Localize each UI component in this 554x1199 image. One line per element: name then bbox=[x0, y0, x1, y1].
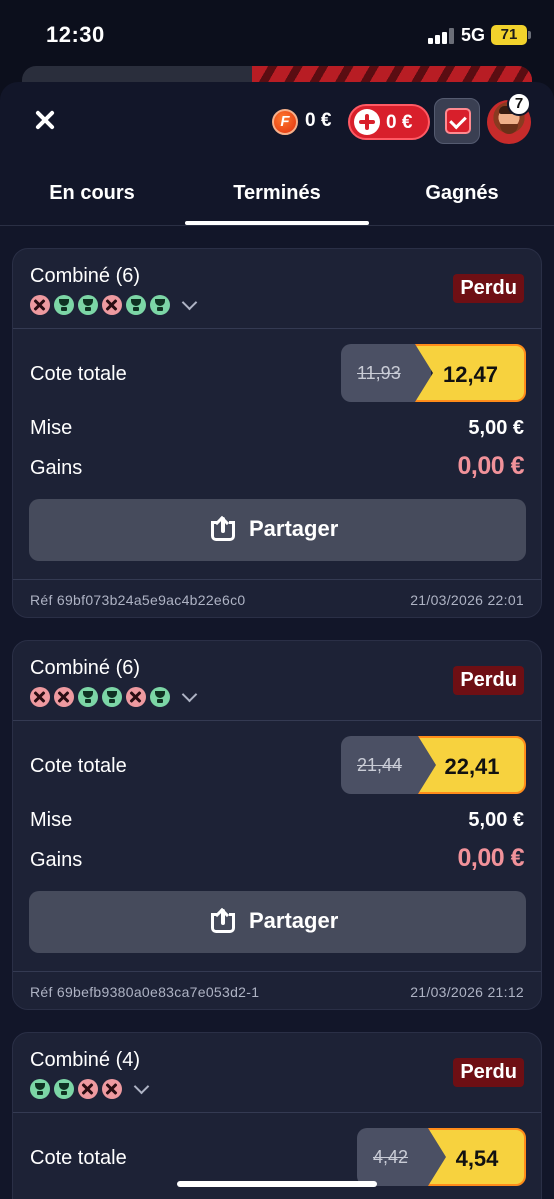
stake-label: Mise bbox=[30, 809, 73, 831]
leg-won-icon bbox=[78, 295, 98, 315]
share-button[interactable]: Partager bbox=[29, 891, 526, 953]
gains-label: Gains bbox=[30, 849, 83, 871]
tab-gagnes[interactable]: Gagnés bbox=[370, 182, 554, 205]
bet-title: Combiné (4) bbox=[30, 1049, 141, 1071]
boosted-odds: 12,47 bbox=[415, 344, 526, 402]
close-icon[interactable] bbox=[30, 106, 60, 136]
original-odds: 11,93 bbox=[341, 344, 431, 402]
bet-legs[interactable] bbox=[30, 1079, 152, 1099]
bet-card[interactable]: Combiné (6) Perdu Cote totale 21,44 22,4… bbox=[12, 640, 542, 1010]
bet-card[interactable]: Combiné (6) Perdu Cote totale 11,93 12,4… bbox=[12, 248, 542, 618]
leg-lost-icon bbox=[102, 1079, 122, 1099]
my-bets-sheet: F 0 € 0 € 7 En cours Terminés Gagnés Com… bbox=[0, 82, 554, 1199]
fcoin-balance: 0 € bbox=[305, 110, 332, 131]
bonus-balance: 0 € bbox=[386, 112, 413, 133]
gains-label: Gains bbox=[30, 457, 83, 479]
total-odds-label: Cote totale bbox=[30, 363, 127, 385]
status-time: 12:30 bbox=[46, 22, 105, 47]
status-badge: Perdu bbox=[453, 1058, 524, 1087]
bet-card-footer: Réf 69bf073b24a5e9ac4b22e6c0 21/03/2026 … bbox=[13, 579, 541, 617]
total-odds-label: Cote totale bbox=[30, 1147, 127, 1169]
notification-badge: 7 bbox=[507, 92, 531, 116]
share-button[interactable]: Partager bbox=[29, 499, 526, 561]
bet-date: 21/03/2026 22:01 bbox=[410, 592, 524, 608]
status-badge: Perdu bbox=[453, 274, 524, 303]
tab-en-cours[interactable]: En cours bbox=[0, 182, 184, 205]
leg-lost-icon bbox=[102, 295, 122, 315]
bet-reference: Réf 69befb9380a0e83ca7e053d2-1 bbox=[30, 984, 260, 1000]
share-label: Partager bbox=[249, 516, 339, 541]
home-indicator[interactable] bbox=[177, 1181, 377, 1187]
stake-label: Mise bbox=[30, 417, 73, 439]
tab-termines[interactable]: Terminés bbox=[185, 182, 369, 205]
stake-value: 5,00 € bbox=[468, 417, 524, 439]
active-tab-indicator bbox=[185, 221, 369, 225]
battery-icon: 71 bbox=[491, 25, 531, 45]
leg-lost-icon bbox=[30, 687, 50, 707]
leg-won-icon bbox=[78, 687, 98, 707]
bet-date: 21/03/2026 21:12 bbox=[410, 984, 524, 1000]
gains-value: 0,00 € bbox=[457, 844, 524, 872]
chevron-down-icon[interactable] bbox=[180, 295, 200, 315]
total-odds-label: Cote totale bbox=[30, 755, 127, 777]
stake-value: 5,00 € bbox=[468, 809, 524, 831]
leg-won-icon bbox=[126, 295, 146, 315]
leg-won-icon bbox=[150, 687, 170, 707]
share-icon bbox=[211, 907, 235, 933]
status-bar: 12:30 5G 71 bbox=[0, 0, 554, 66]
signal-icon bbox=[428, 28, 454, 44]
share-icon bbox=[211, 515, 235, 541]
bet-tabs: En cours Terminés Gagnés bbox=[0, 174, 554, 226]
bet-card[interactable]: Combiné (4) Perdu Cote totale 4,42 4,54 bbox=[12, 1032, 542, 1199]
leg-won-icon bbox=[30, 1079, 50, 1099]
bet-reference: Réf 69bf073b24a5e9ac4b22e6c0 bbox=[30, 592, 246, 608]
bet-title: Combiné (6) bbox=[30, 657, 141, 679]
bet-card-header[interactable]: Combiné (6) Perdu bbox=[13, 249, 541, 329]
chevron-down-icon[interactable] bbox=[132, 1079, 152, 1099]
leg-lost-icon bbox=[54, 687, 74, 707]
network-label: 5G bbox=[461, 25, 486, 45]
betslip-check-icon bbox=[445, 108, 471, 134]
leg-won-icon bbox=[54, 1079, 74, 1099]
leg-won-icon bbox=[150, 295, 170, 315]
bet-title: Combiné (6) bbox=[30, 265, 141, 287]
leg-lost-icon bbox=[126, 687, 146, 707]
bet-card-header[interactable]: Combiné (4) Perdu bbox=[13, 1033, 541, 1113]
status-badge: Perdu bbox=[453, 666, 524, 695]
original-odds: 21,44 bbox=[341, 736, 436, 794]
betslip-button[interactable] bbox=[434, 98, 480, 144]
bet-card-header[interactable]: Combiné (6) Perdu bbox=[13, 641, 541, 721]
deposit-button[interactable]: 0 € bbox=[348, 104, 430, 140]
plus-icon bbox=[354, 109, 380, 135]
header: F 0 € 0 € 7 bbox=[0, 82, 554, 162]
chevron-down-icon[interactable] bbox=[180, 687, 200, 707]
bet-legs[interactable] bbox=[30, 295, 200, 315]
gains-value: 0,00 € bbox=[457, 452, 524, 480]
fcoin-icon: F bbox=[272, 109, 298, 135]
leg-won-icon bbox=[54, 295, 74, 315]
leg-lost-icon bbox=[78, 1079, 98, 1099]
bet-card-footer: Réf 69befb9380a0e83ca7e053d2-1 21/03/202… bbox=[13, 971, 541, 1009]
leg-won-icon bbox=[102, 687, 122, 707]
leg-lost-icon bbox=[30, 295, 50, 315]
share-label: Partager bbox=[249, 908, 339, 933]
bet-legs[interactable] bbox=[30, 687, 200, 707]
